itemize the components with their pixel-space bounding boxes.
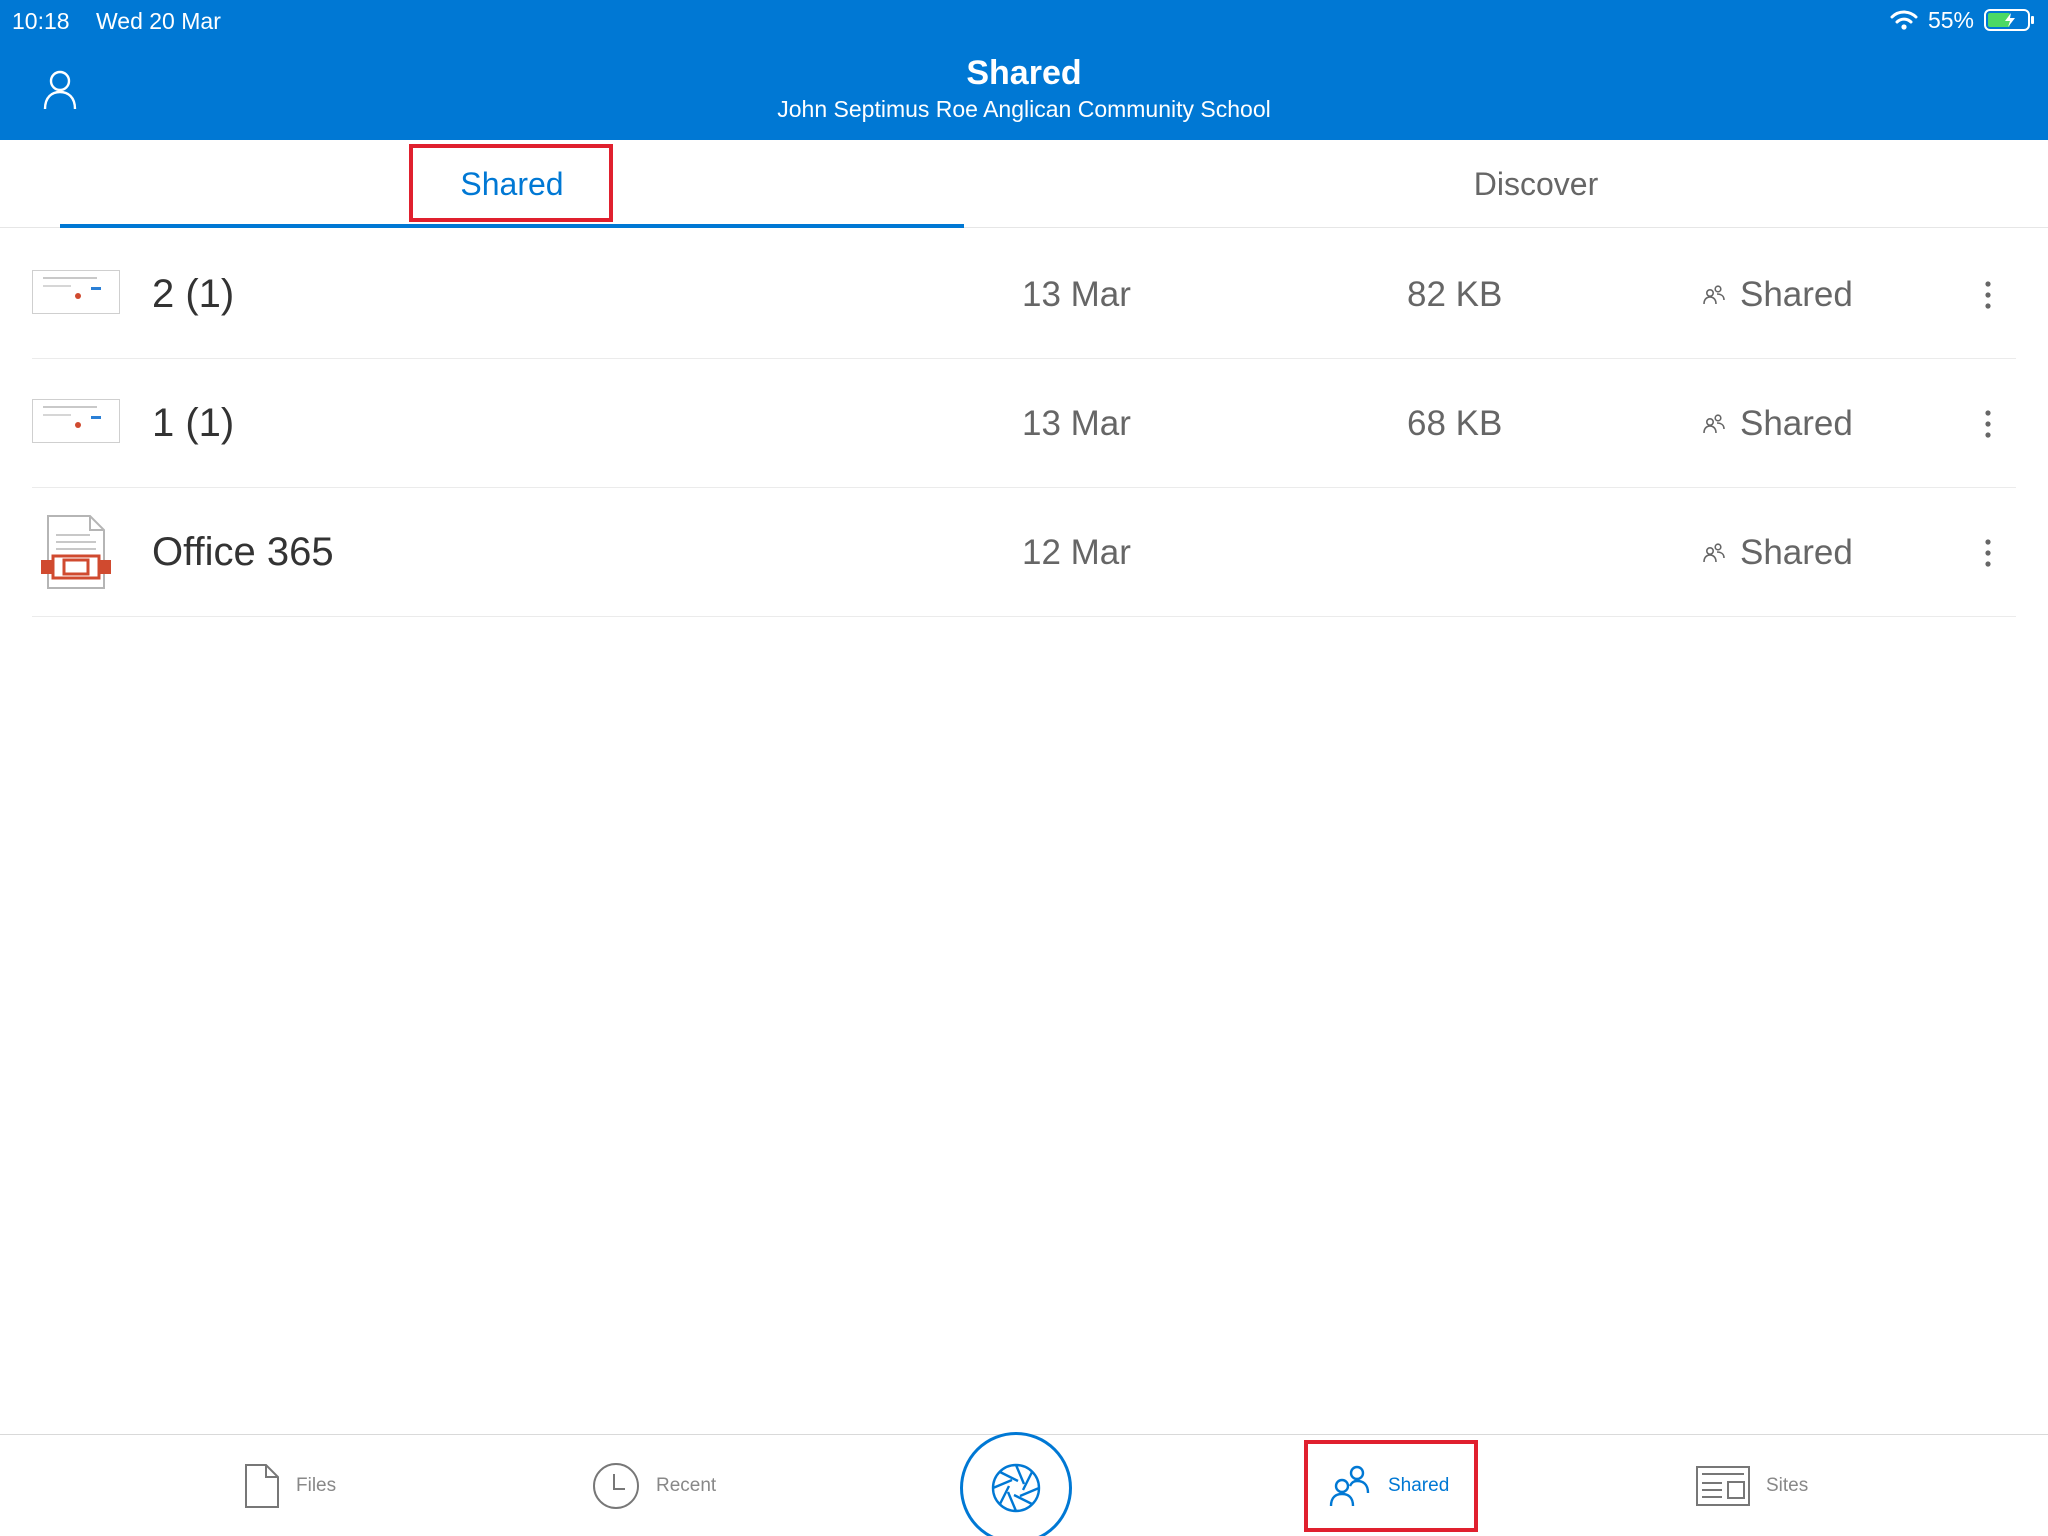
status-indicators: 55% [1890,7,2036,33]
battery-percentage: 55% [1927,6,1974,33]
sites-icon [1696,1466,1750,1506]
file-icon [245,1464,279,1508]
more-vertical-icon [1985,281,1991,309]
nav-recent-label: Recent [656,1475,717,1496]
shared-tab-highlight [409,144,613,222]
sharing-status: Shared [1702,359,1853,488]
list-item[interactable]: 1 (1) 13 Mar 68 KB Shared [32,359,2016,488]
file-date: 13 Mar [1022,403,1131,443]
tab-discover[interactable]: Discover [1080,140,1992,228]
status-date: Wed 20 Mar [96,8,221,34]
file-date: 12 Mar [1022,532,1131,572]
image-thumbnail [32,399,120,443]
shared-nav-highlight [1304,1440,1478,1532]
page-title: Shared [966,54,1082,92]
file-date: 13 Mar [1022,274,1131,314]
camera-shutter-icon [991,1463,1041,1513]
more-options-button[interactable] [1972,270,2004,320]
more-options-button[interactable] [1972,528,2004,578]
nav-sites-label: Sites [1766,1475,1809,1496]
nav-recent[interactable]: Recent [592,1435,716,1536]
people-icon [1703,413,1725,433]
camera-scan-button[interactable] [960,1432,1072,1536]
more-options-button[interactable] [1972,399,2004,449]
more-vertical-icon [1985,539,1991,567]
nav-sites[interactable]: Sites [1696,1435,1808,1536]
sharing-label: Shared [1740,532,1853,572]
file-name: 2 (1) [152,272,235,316]
app-header: 10:18 Wed 20 Mar 55% Shared John Septimu… [0,0,2048,140]
list-item[interactable]: 2 (1) 13 Mar 82 KB Shared [32,230,2016,359]
people-icon [1703,284,1725,304]
file-size: 82 KB [1407,274,1503,314]
file-list: 2 (1) 13 Mar 82 KB Shared 1 (1) 13 Mar 6… [32,230,2016,617]
file-name: 1 (1) [152,401,235,445]
clock-icon [593,1463,639,1509]
powerpoint-file-icon [41,515,111,589]
file-name: Office 365 [152,530,334,574]
people-icon [1703,542,1725,562]
page-subtitle: John Septimus Roe Anglican Community Sch… [777,96,1271,122]
sharing-label: Shared [1740,274,1853,314]
list-item[interactable]: Office 365 12 Mar Shared [32,488,2016,617]
status-time: 10:18 [12,8,70,34]
sharing-status: Shared [1702,488,1853,617]
sharing-status: Shared [1702,230,1853,359]
file-size: 68 KB [1407,403,1503,443]
tab-bar: Shared Discover [0,140,2048,228]
sharing-label: Shared [1740,403,1853,443]
nav-files[interactable]: Files [244,1435,336,1536]
wifi-icon [1890,10,1918,30]
active-tab-indicator [60,224,964,228]
battery-icon [1984,9,2034,31]
more-vertical-icon [1985,410,1991,438]
image-thumbnail [32,270,120,314]
nav-files-label: Files [296,1475,337,1496]
